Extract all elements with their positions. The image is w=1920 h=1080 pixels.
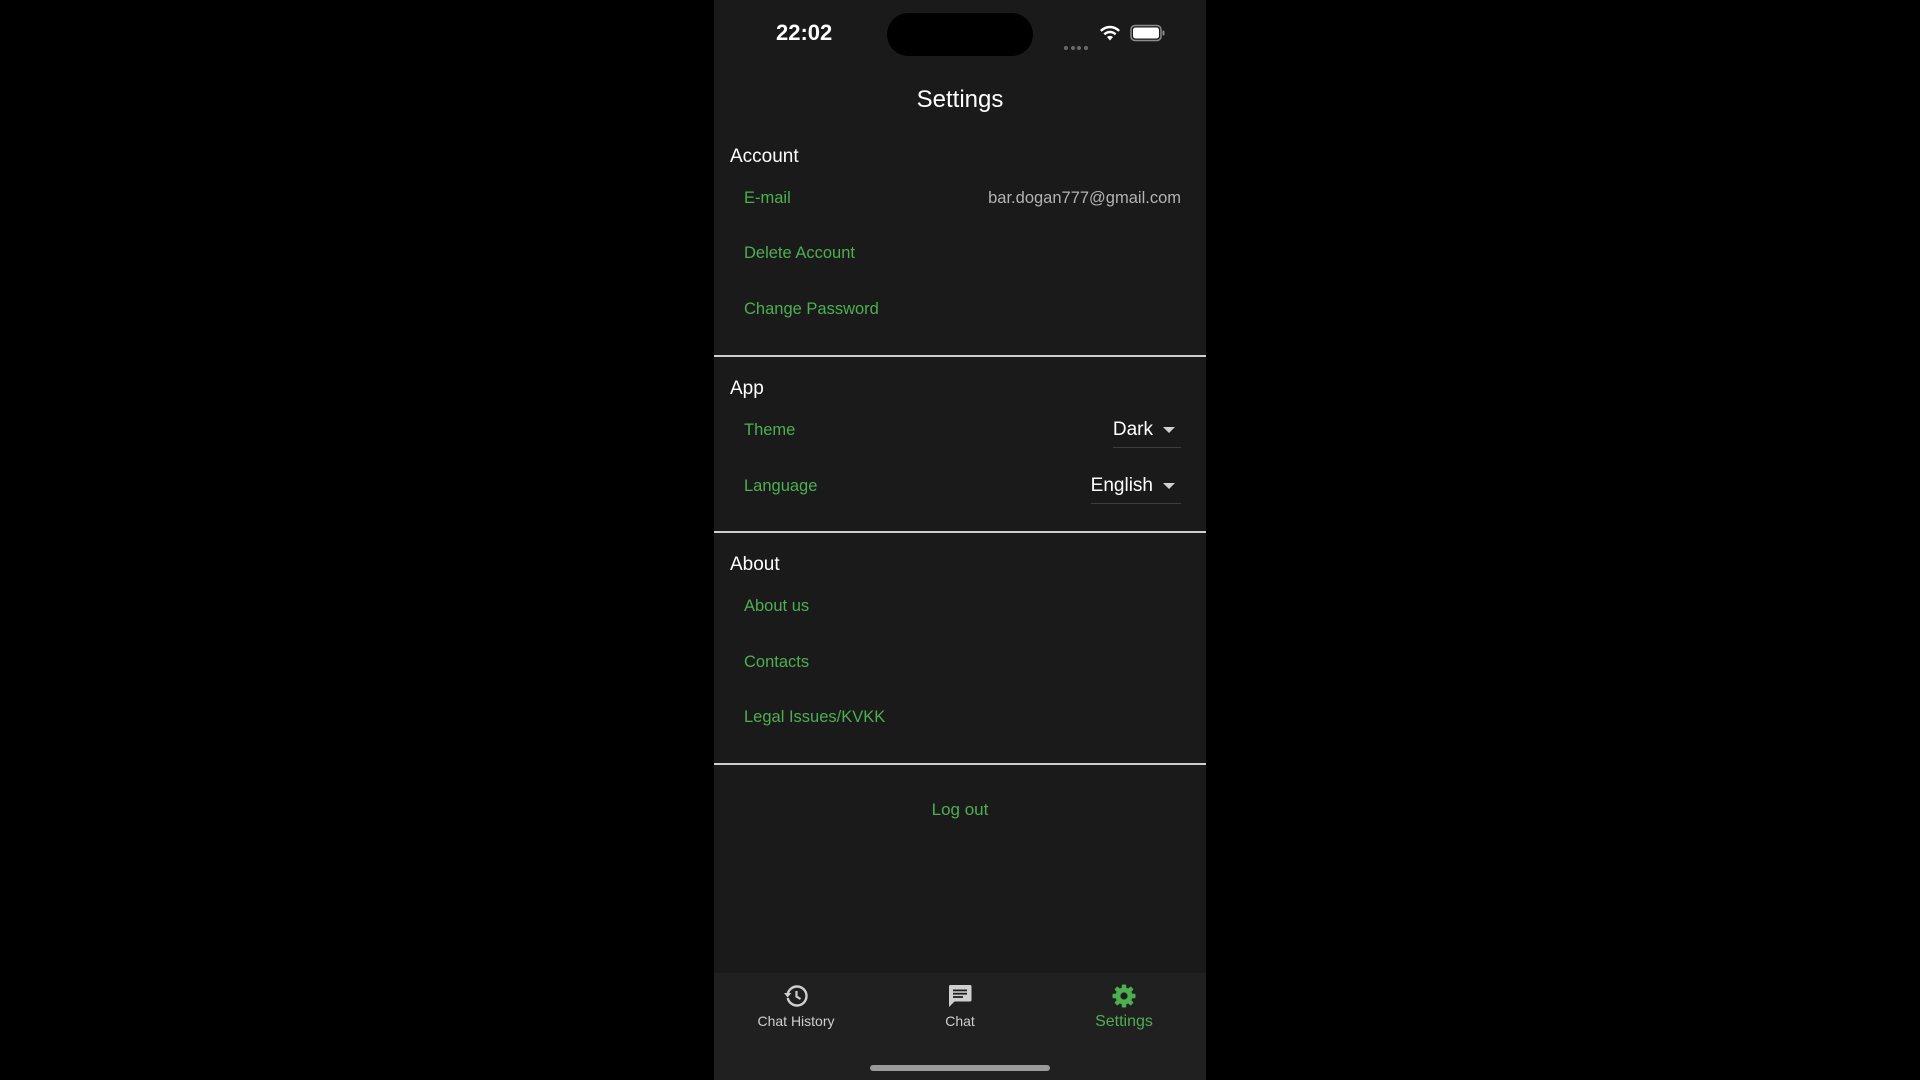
section-title-account: Account [730, 146, 799, 167]
chat-icon [948, 985, 972, 1007]
logout-button[interactable]: Log out [714, 800, 1206, 820]
section-title-app: App [730, 378, 764, 399]
contacts-button[interactable]: Contacts [744, 653, 809, 672]
dynamic-island [887, 13, 1033, 56]
email-label[interactable]: E-mail [744, 189, 791, 208]
language-label: Language [744, 477, 818, 495]
language-value: English [1090, 475, 1153, 496]
page-title: Settings [916, 86, 1004, 113]
nav-item-chat-history[interactable]: Chat History [714, 983, 878, 1029]
section-title-about: About [730, 554, 780, 575]
status-time: 22:02 [776, 20, 833, 45]
theme-dropdown[interactable]: Dark [1112, 413, 1181, 448]
caret-down-icon [1163, 483, 1175, 489]
divider [714, 531, 1206, 533]
language-dropdown[interactable]: English [1090, 469, 1181, 504]
history-icon [784, 985, 808, 1007]
email-value: bar.dogan777@gmail.com [988, 189, 1181, 207]
nav-label-settings: Settings [1095, 1013, 1153, 1030]
signal-icon [1064, 37, 1092, 50]
theme-label: Theme [744, 421, 796, 439]
about-us-button[interactable]: About us [744, 597, 809, 616]
phone-screen: 22:02 Settings Account E-mail bar.dogan7… [714, 0, 1206, 1080]
gear-icon [1112, 984, 1136, 1008]
nav-label-chat: Chat [945, 1013, 975, 1029]
wifi-icon [1100, 25, 1120, 41]
caret-down-icon [1163, 427, 1175, 433]
delete-account-button[interactable]: Delete Account [744, 244, 855, 263]
change-password-button[interactable]: Change Password [744, 300, 879, 319]
bottom-nav: Chat History Chat Settings [714, 973, 1206, 1080]
nav-label-chat-history: Chat History [757, 1013, 835, 1029]
divider [714, 355, 1206, 357]
legal-issues-button[interactable]: Legal Issues/KVKK [744, 708, 885, 727]
battery-icon [1130, 24, 1165, 42]
home-indicator [870, 1065, 1050, 1071]
theme-value: Dark [1112, 419, 1153, 440]
divider [714, 763, 1206, 765]
nav-item-chat[interactable]: Chat [878, 983, 1042, 1029]
nav-item-settings[interactable]: Settings [1042, 983, 1206, 1031]
